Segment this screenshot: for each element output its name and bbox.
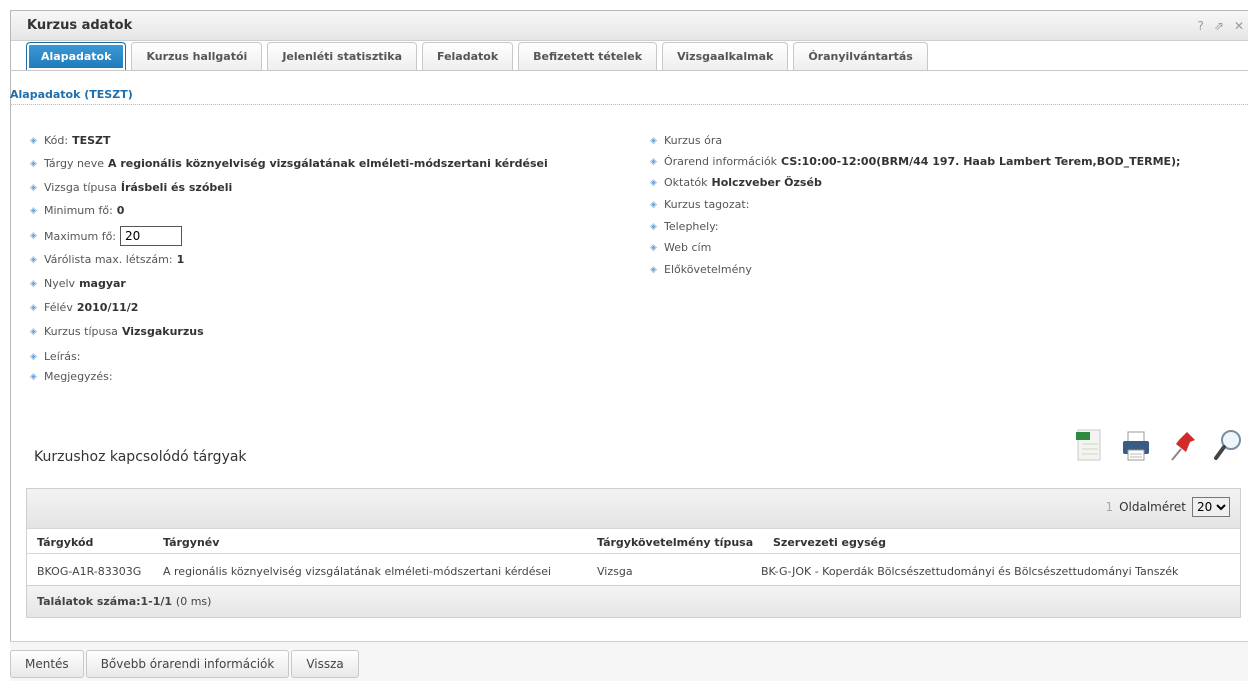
bullet-icon: ◈ [30,351,37,362]
field-minimum: ◈ Minimum fő: 0 [30,204,125,217]
bullet-icon: ◈ [30,278,37,289]
bullet-icon: ◈ [30,158,37,169]
help-icon[interactable]: ? [1198,19,1204,33]
field-nyelv: ◈ Nyelv magyar [30,277,126,290]
field-oktatok: ◈ Oktatók Holczveber Özséb [650,176,822,189]
bullet-icon: ◈ [650,156,657,167]
tab-oranyilvantartas[interactable]: Óranyilvántartás [793,42,928,70]
cell-egyseg: BK-G-JOK - Koperdák Bölcsészettudományi … [761,565,1179,578]
button-group: Mentés Bővebb órarendi információk Vissz… [10,650,359,678]
grid-header: 1 Oldalméret 20 [27,489,1240,529]
bullet-icon: ◈ [650,199,657,210]
field-elokovetelmeny: ◈ Előkövetelmény [650,263,752,276]
back-button[interactable]: Vissza [291,650,359,678]
bullet-icon: ◈ [650,135,657,146]
subjects-grid: 1 Oldalméret 20 Tárgykód Tárgynév Tárgyk… [26,488,1241,618]
field-targy-neve: ◈ Tárgy neve A regionális köznyelviség v… [30,157,548,170]
field-telephely: ◈ Telephely: [650,220,719,233]
tab-vizsgaalkalmak[interactable]: Vizsgaalkalmak [662,42,789,70]
tab-feladatok[interactable]: Feladatok [422,42,514,70]
field-kod: ◈ Kód: TESZT [30,134,111,147]
field-vizsga-tipusa: ◈ Vizsga típusa Írásbeli és szóbeli [30,181,233,194]
header-divider [27,553,1240,554]
save-button[interactable]: Mentés [10,650,84,678]
col-targynev[interactable]: Tárgynév [163,536,219,549]
col-szervezeti-egyseg[interactable]: Szervezeti egység [773,536,886,549]
field-web-cim: ◈ Web cím [650,241,712,254]
bullet-icon: ◈ [30,135,37,146]
bullet-icon: ◈ [650,242,657,253]
col-kovetelmeny-tipusa[interactable]: Tárgykövetelmény típusa [597,536,753,549]
restore-icon[interactable]: ⇗ [1214,19,1224,33]
bullet-icon: ◈ [30,326,37,337]
cell-targykod: BKOG-A1R-83303G [37,565,142,578]
excel-export-icon[interactable] [1074,428,1106,464]
bullet-icon: ◈ [30,231,37,241]
bullet-icon: ◈ [650,221,657,232]
field-maximum: ◈ Maximum fő: [30,226,183,246]
print-icon[interactable] [1120,428,1152,464]
bullet-icon: ◈ [30,254,37,265]
cell-targynev: A regionális köznyelviség vizsgálatának … [163,565,552,578]
search-icon[interactable] [1212,428,1244,464]
close-icon[interactable]: ✕ [1234,19,1244,33]
subjects-title: Kurzushoz kapcsolódó tárgyak [34,449,247,465]
maximum-input[interactable] [120,226,183,246]
bullet-icon: ◈ [30,302,37,313]
field-kurzus-ora: ◈ Kurzus óra [650,134,723,147]
col-targykod[interactable]: Tárgykód [37,536,93,549]
grid-footer: Találatok száma:1-1/1 (0 ms) [27,585,1240,617]
bullet-icon: ◈ [650,264,657,275]
cell-tipus: Vizsga [597,565,633,578]
bullet-icon: ◈ [30,182,37,193]
field-tagozat: ◈ Kurzus tagozat: [650,198,750,211]
field-orarend: ◈ Órarend információk CS:10:00-12:00(BRM… [650,155,1181,168]
bottom-bar: Mentés Bővebb órarendi információk Vissz… [10,641,1248,681]
pin-icon[interactable] [1166,428,1198,464]
results-count: Találatok száma:1-1/1 (0 ms) [37,595,212,608]
tab-befizetett-tetelek[interactable]: Befizetett tételek [518,42,658,70]
toolbar [1074,428,1244,464]
tab-alapadatok[interactable]: Alapadatok [26,42,127,70]
field-megjegyzes: ◈ Megjegyzés: [30,370,113,383]
section-title: Alapadatok (TESZT) [10,88,133,101]
tab-divider [10,70,1248,71]
more-schedule-info-button[interactable]: Bővebb órarendi információk [85,650,290,678]
bullet-icon: ◈ [30,205,37,216]
section-divider [10,104,1248,105]
page-size-select[interactable]: 20 [1192,497,1230,517]
bullet-icon: ◈ [30,371,37,382]
tab-bar: Alapadatok Kurzus hallgatói Jelenléti st… [26,42,928,70]
bullet-icon: ◈ [650,177,657,188]
window-controls: ? ⇗ ✕ [1198,19,1245,33]
tab-jelenleti-statisztika[interactable]: Jelenléti statisztika [267,42,417,70]
title-bar: Kurzus adatok ? ⇗ ✕ [11,11,1248,41]
pager: 1 Oldalméret 20 [1105,497,1230,517]
field-kurzus-tipusa: ◈ Kurzus típusa Vizsgakurzus [30,325,204,338]
field-varolista: ◈ Várólista max. létszám: 1 [30,253,185,266]
page-number[interactable]: 1 [1105,500,1113,514]
tab-kurzus-hallgatoi[interactable]: Kurzus hallgatói [131,42,263,70]
field-felev: ◈ Félév 2010/11/2 [30,301,139,314]
field-leiras: ◈ Leírás: [30,350,81,363]
page-size-label: Oldalméret [1119,500,1186,514]
window-title: Kurzus adatok [27,18,133,33]
